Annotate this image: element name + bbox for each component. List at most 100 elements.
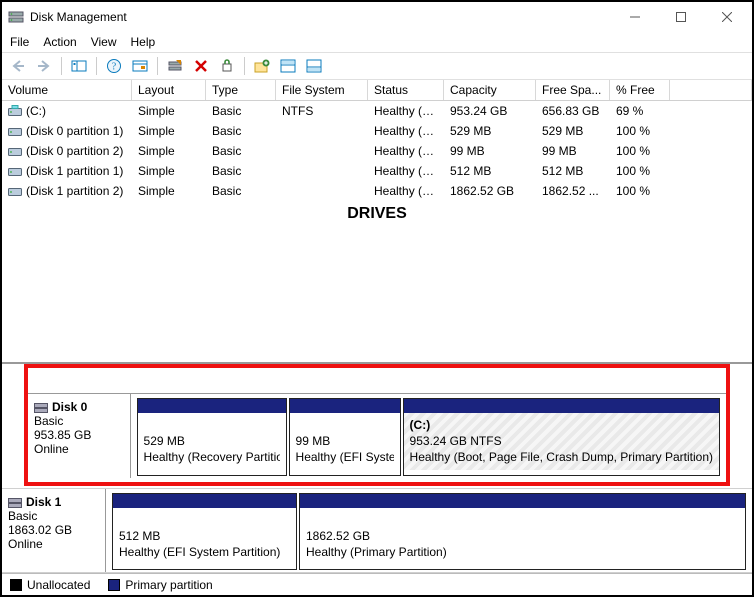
disk0-info[interactable]: Disk 0 Basic 953.85 GB Online [28,394,131,478]
legend-primary-label: Primary partition [125,578,212,592]
col-layout[interactable]: Layout [132,80,206,100]
disk1-info[interactable]: Disk 1 Basic 1863.02 GB Online [2,489,106,572]
col-status[interactable]: Status [368,80,444,100]
disk-map: Disk 0 Basic 953.85 GB Online 529 MB Hea… [2,363,752,573]
volume-layout: Simple [132,141,206,161]
volume-capacity: 953.24 GB [444,101,536,121]
volume-type: Basic [206,141,276,161]
part-status: Healthy (EFI System Partition) [119,544,290,560]
menu-action[interactable]: Action [43,35,76,49]
volume-name: (Disk 0 partition 1) [26,124,123,138]
disk-icon [34,401,48,413]
settings-button[interactable] [128,55,152,77]
volume-free: 656.83 GB [536,101,610,121]
volume-list-header: Volume Layout Type File System Status Ca… [2,80,752,101]
volume-status: Healthy (R... [368,121,444,141]
new-volume-button[interactable] [250,55,274,77]
help-button[interactable]: ? [102,55,126,77]
close-button[interactable] [704,3,750,31]
volume-name: (Disk 0 partition 2) [26,144,123,158]
col-spacer [670,80,752,100]
volume-status: Healthy (B... [368,101,444,121]
disk0-partition3[interactable]: (C:) 953.24 GB NTFS Healthy (Boot, Page … [403,398,720,476]
volume-fs: NTFS [276,101,368,121]
part-status: Healthy (EFI System Partition) [296,449,394,465]
app-icon [8,9,24,25]
forward-button[interactable] [32,55,56,77]
volume-pctfree: 100 % [610,161,670,181]
volume-free: 99 MB [536,141,610,161]
menu-file[interactable]: File [10,35,29,49]
col-freespace[interactable]: Free Spa... [536,80,610,100]
list-bottom-button[interactable] [302,55,326,77]
volume-pctfree: 69 % [610,101,670,121]
disk1-size: 1863.02 GB [8,523,99,537]
volume-type: Basic [206,121,276,141]
col-filesystem[interactable]: File System [276,80,368,100]
volume-fs [276,121,368,141]
menu-view[interactable]: View [91,35,117,49]
disk1-partition2[interactable]: 1862.52 GB Healthy (Primary Partition) [299,493,746,570]
disk0-size: 953.85 GB [34,428,124,442]
disk1-partition1[interactable]: 512 MB Healthy (EFI System Partition) [112,493,297,570]
volume-row[interactable]: (Disk 0 partition 1) SimpleBasic Healthy (… [2,121,752,141]
disk0-partition2[interactable]: 99 MB Healthy (EFI System Partition) [289,398,401,476]
disk1-partitions: 512 MB Healthy (EFI System Partition) 18… [106,489,752,572]
volume-row[interactable]: (Disk 1 partition 2)SimpleBasicHealthy (… [2,181,752,201]
volume-row[interactable]: (Disk 1 partition 1)SimpleBasicHealthy (… [2,161,752,181]
refresh-button[interactable] [163,55,187,77]
volume-free: 1862.52 ... [536,181,610,201]
volume-name: (C:) [26,104,46,118]
volume-layout: Simple [132,101,206,121]
drives-annotation-box: Disk 0 Basic 953.85 GB Online 529 MB Hea… [24,364,730,486]
disk0-partition1[interactable]: 529 MB Healthy (Recovery Partition) [137,398,287,476]
volume-type: Basic [206,161,276,181]
volume-row[interactable]: (Disk 0 partition 2)SimpleBasicHealthy (… [2,141,752,161]
volume-layout: Simple [132,161,206,181]
volume-icon [8,165,22,177]
volume-pctfree: 100 % [610,121,670,141]
volume-fs [276,181,368,201]
menubar: File Action View Help [2,32,752,52]
col-capacity[interactable]: Capacity [444,80,536,100]
disk0-partitions: 529 MB Healthy (Recovery Partition) 99 M… [131,394,726,478]
minimize-button[interactable] [612,3,658,31]
swatch-unallocated [10,579,22,591]
volume-icon [8,185,22,197]
titlebar: Disk Management [2,2,752,32]
part-status: Healthy (Recovery Partition) [144,449,280,465]
col-pctfree[interactable]: % Free [610,80,670,100]
volume-capacity: 529 MB [444,121,536,141]
col-volume[interactable]: Volume [2,80,132,100]
part-name: (C:) [410,418,431,432]
volume-icon [8,105,22,117]
maximize-button[interactable] [658,3,704,31]
toolbar: ? [2,52,752,80]
volume-capacity: 1862.52 GB [444,181,536,201]
volume-list: Volume Layout Type File System Status Ca… [2,80,752,363]
volume-status: Healthy (E... [368,161,444,181]
volume-layout: Simple [132,121,206,141]
part-status: Healthy (Boot, Page File, Crash Dump, Pr… [410,449,713,465]
disk0-type: Basic [34,414,124,428]
disk0-row: Disk 0 Basic 953.85 GB Online 529 MB Hea… [28,394,726,478]
delete-button[interactable] [189,55,213,77]
volume-type: Basic [206,101,276,121]
part-status: Healthy (Primary Partition) [306,544,739,560]
part-size: 529 MB [144,433,280,449]
window-title: Disk Management [30,10,612,24]
col-type[interactable]: Type [206,80,276,100]
volume-fs [276,161,368,181]
volume-free: 512 MB [536,161,610,181]
menu-help[interactable]: Help [131,35,156,49]
part-size: 1862.52 GB [306,528,739,544]
legend-unallocated-label: Unallocated [27,578,90,592]
disk1-label: Disk 1 [26,495,61,509]
back-button[interactable] [6,55,30,77]
show-hide-console-button[interactable] [67,55,91,77]
volume-row[interactable]: (C:) SimpleBasicNTFSHealthy (B...953.24 G… [2,101,752,121]
list-top-button[interactable] [276,55,300,77]
properties-button[interactable] [215,55,239,77]
volume-layout: Simple [132,181,206,201]
legend-unallocated: Unallocated [10,578,90,592]
